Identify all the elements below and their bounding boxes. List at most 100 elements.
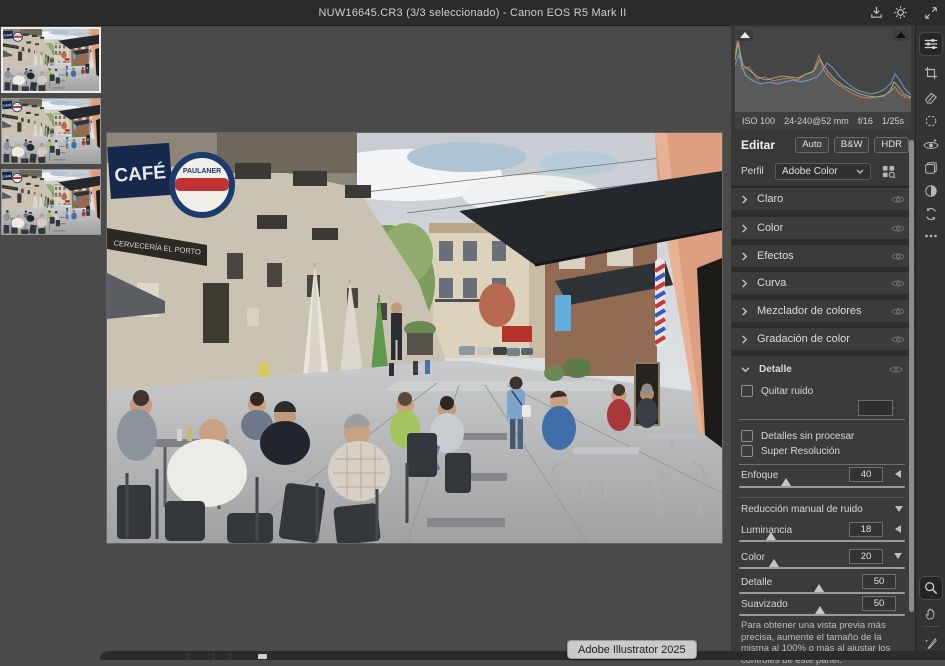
edit-tool-icon[interactable] bbox=[920, 33, 942, 55]
raw-details-label: Detalles sin procesar bbox=[761, 431, 854, 442]
sharpen-collapse-arrow[interactable] bbox=[895, 470, 901, 478]
section-label: Claro bbox=[757, 193, 891, 205]
smoothing-slider[interactable] bbox=[739, 614, 905, 616]
raw-details-checkbox[interactable] bbox=[741, 430, 753, 442]
divider bbox=[739, 497, 905, 498]
shadow-clipping-indicator[interactable] bbox=[737, 29, 753, 41]
color-nr-slider[interactable] bbox=[739, 567, 905, 569]
refresh-icon[interactable] bbox=[920, 203, 942, 225]
more-options-icon[interactable] bbox=[920, 225, 942, 247]
panel-scrollbar[interactable] bbox=[909, 140, 914, 612]
color-nr-collapse-arrow[interactable] bbox=[894, 553, 902, 559]
export-icon[interactable] bbox=[868, 4, 885, 21]
smoothing-slider-thumb[interactable] bbox=[815, 606, 825, 614]
highlight-clipping-indicator[interactable] bbox=[893, 29, 909, 41]
dock-app-icon bbox=[258, 654, 267, 659]
chevron-right-icon bbox=[741, 195, 748, 204]
filmstrip-thumbnail-1[interactable] bbox=[1, 27, 101, 93]
luminance-slider-thumb[interactable] bbox=[766, 532, 776, 540]
eye-icon[interactable] bbox=[891, 335, 905, 344]
title-bar: NUW16645.CR3 (3/3 seleccionado) - Canon … bbox=[0, 0, 945, 26]
eye-icon[interactable] bbox=[891, 307, 905, 316]
section-header-color[interactable]: Color bbox=[731, 217, 915, 239]
hand-tool-icon[interactable] bbox=[920, 603, 942, 625]
smoothing-value[interactable]: 50 bbox=[862, 596, 896, 611]
profile-browser-icon[interactable] bbox=[881, 164, 896, 179]
detail-slider-value[interactable]: 50 bbox=[862, 574, 896, 589]
hdr-button[interactable]: HDR bbox=[874, 137, 909, 153]
profile-select[interactable]: Adobe Color bbox=[775, 163, 871, 180]
smoothing-label: Suavizado bbox=[741, 599, 788, 610]
detail-slider[interactable] bbox=[739, 592, 905, 594]
section-header-claro[interactable]: Claro bbox=[731, 188, 915, 210]
section-label: Color bbox=[757, 222, 891, 234]
eye-icon[interactable] bbox=[891, 252, 905, 261]
filmstrip-thumbnail-2[interactable] bbox=[1, 98, 101, 164]
chevron-down-icon bbox=[856, 169, 864, 174]
tool-bar bbox=[915, 25, 945, 660]
auto-button[interactable]: Auto bbox=[795, 137, 829, 153]
exif-lens: 24-240@52 mm bbox=[784, 116, 849, 126]
manual-nr-title: Reducción manual de ruido bbox=[741, 504, 895, 515]
section-header-mezclador[interactable]: Mezclador de colores bbox=[731, 300, 915, 322]
main-photo-preview[interactable] bbox=[107, 133, 722, 543]
section-label: Efectos bbox=[757, 250, 891, 262]
dock-tooltip-text: Adobe Illustrator 2025 bbox=[578, 644, 686, 656]
denoise-checkbox[interactable] bbox=[741, 385, 753, 397]
window-title: NUW16645.CR3 (3/3 seleccionado) - Canon … bbox=[319, 7, 627, 19]
dock-strip bbox=[100, 651, 945, 660]
eye-icon[interactable] bbox=[891, 195, 905, 204]
exif-iso: ISO 100 bbox=[742, 116, 775, 126]
detail-slider-thumb[interactable] bbox=[814, 584, 824, 592]
color-nr-label: Color bbox=[741, 552, 765, 563]
presets-icon[interactable] bbox=[920, 180, 942, 202]
luminance-slider[interactable] bbox=[739, 540, 905, 542]
luminance-collapse-arrow[interactable] bbox=[895, 525, 901, 533]
color-nr-slider-thumb[interactable] bbox=[769, 559, 779, 567]
edit-panel-title: Editar bbox=[741, 138, 790, 152]
dock-tooltip: Adobe Illustrator 2025 bbox=[567, 640, 697, 659]
denoise-amount-field[interactable] bbox=[858, 400, 893, 416]
chevron-right-icon bbox=[741, 224, 748, 233]
eye-icon[interactable] bbox=[889, 365, 903, 374]
filmstrip-thumbnail-3[interactable] bbox=[1, 169, 101, 235]
section-header-gradacion[interactable]: Gradación de color bbox=[731, 328, 915, 350]
color-nr-value[interactable]: 20 bbox=[849, 549, 883, 564]
histogram[interactable] bbox=[735, 27, 911, 112]
exif-shutter: 1/25s bbox=[882, 116, 904, 126]
super-resolution-label: Super Resolución bbox=[761, 446, 840, 457]
red-eye-tool-icon[interactable] bbox=[920, 133, 942, 155]
bw-button[interactable]: B&W bbox=[834, 137, 870, 153]
healing-tool-icon[interactable] bbox=[920, 86, 942, 108]
denoise-label: Quitar ruido bbox=[761, 386, 813, 397]
histogram-block: ISO 100 24-240@52 mm f/16 1/25s Editar A… bbox=[731, 25, 915, 187]
sharpen-slider-thumb[interactable] bbox=[781, 478, 791, 486]
manual-nr-collapse-arrow[interactable] bbox=[895, 506, 903, 512]
profile-label: Perfil bbox=[741, 166, 775, 177]
detail-section: Detalle Quitar ruido Detalles sin proces… bbox=[731, 356, 915, 660]
chevron-right-icon bbox=[741, 335, 748, 344]
versions-icon[interactable] bbox=[920, 157, 942, 179]
settings-gear-icon[interactable] bbox=[892, 4, 909, 21]
section-label: Detalle bbox=[759, 364, 889, 375]
eye-icon[interactable] bbox=[891, 279, 905, 288]
luminance-value[interactable]: 18 bbox=[849, 522, 883, 537]
fullscreen-icon[interactable] bbox=[922, 4, 939, 21]
crop-tool-icon[interactable] bbox=[920, 62, 942, 84]
exif-aperture: f/16 bbox=[858, 116, 873, 126]
section-label: Curva bbox=[757, 277, 891, 289]
section-header-curva[interactable]: Curva bbox=[731, 272, 915, 294]
section-header-efectos[interactable]: Efectos bbox=[731, 245, 915, 267]
edit-panel: ISO 100 24-240@52 mm f/16 1/25s Editar A… bbox=[731, 25, 915, 660]
zoom-tool-icon[interactable] bbox=[920, 577, 942, 599]
super-resolution-checkbox[interactable] bbox=[741, 445, 753, 457]
toolbar-divider bbox=[922, 626, 940, 627]
sharpen-slider[interactable] bbox=[739, 486, 905, 488]
chevron-right-icon bbox=[741, 307, 748, 316]
masking-tool-icon[interactable] bbox=[920, 110, 942, 132]
section-label: Gradación de color bbox=[757, 333, 891, 345]
sharpen-value[interactable]: 40 bbox=[849, 467, 883, 482]
detail-slider-label: Detalle bbox=[741, 577, 772, 588]
eye-icon[interactable] bbox=[891, 224, 905, 233]
section-header-detalle[interactable]: Detalle bbox=[741, 360, 903, 378]
